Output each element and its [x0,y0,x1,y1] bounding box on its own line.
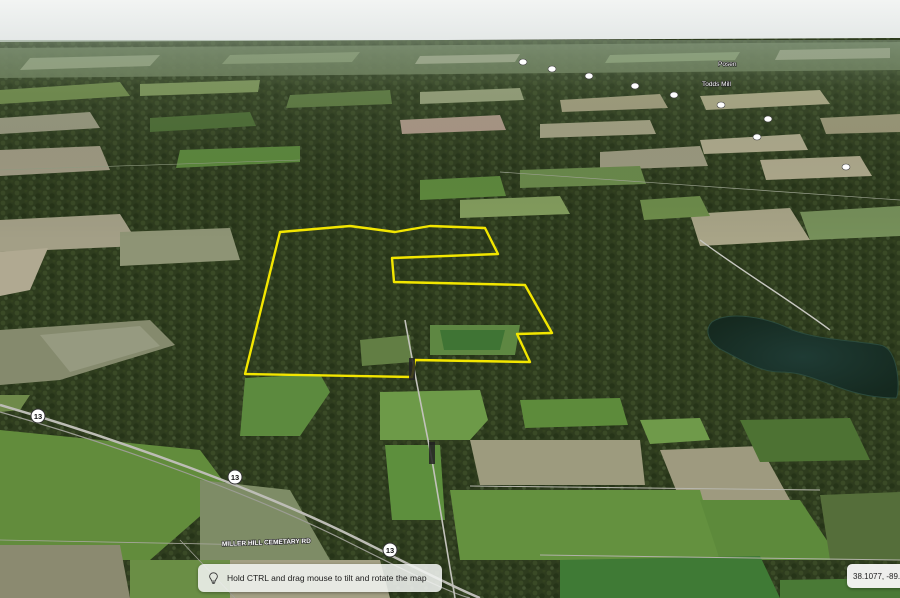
svg-text:13: 13 [34,412,42,421]
svg-text:13: 13 [231,473,239,482]
route-shield-13: 13 [227,469,243,485]
place-label-posen: Posen [718,61,737,68]
place-label-todds-mill: Todds Mill [702,81,731,88]
map-tilt-hint: Hold CTRL and drag mouse to tilt and rot… [198,564,442,592]
route-shield-13: 13 [382,542,398,558]
satellite-map[interactable]: MILLER HILL CEMETARY RD Posen Todds Mill… [0,0,900,598]
coordinate-readout: 38.1077, -89.4 [847,564,900,588]
hint-text: Hold CTRL and drag mouse to tilt and rot… [227,573,427,583]
sky [0,0,900,44]
route-shield-13: 13 [30,408,46,424]
road-tag [429,442,435,464]
coordinate-text: 38.1077, -89.4 [853,571,900,581]
lightbulb-icon [209,572,218,584]
svg-text:13: 13 [386,546,394,555]
road-tag [409,358,415,380]
